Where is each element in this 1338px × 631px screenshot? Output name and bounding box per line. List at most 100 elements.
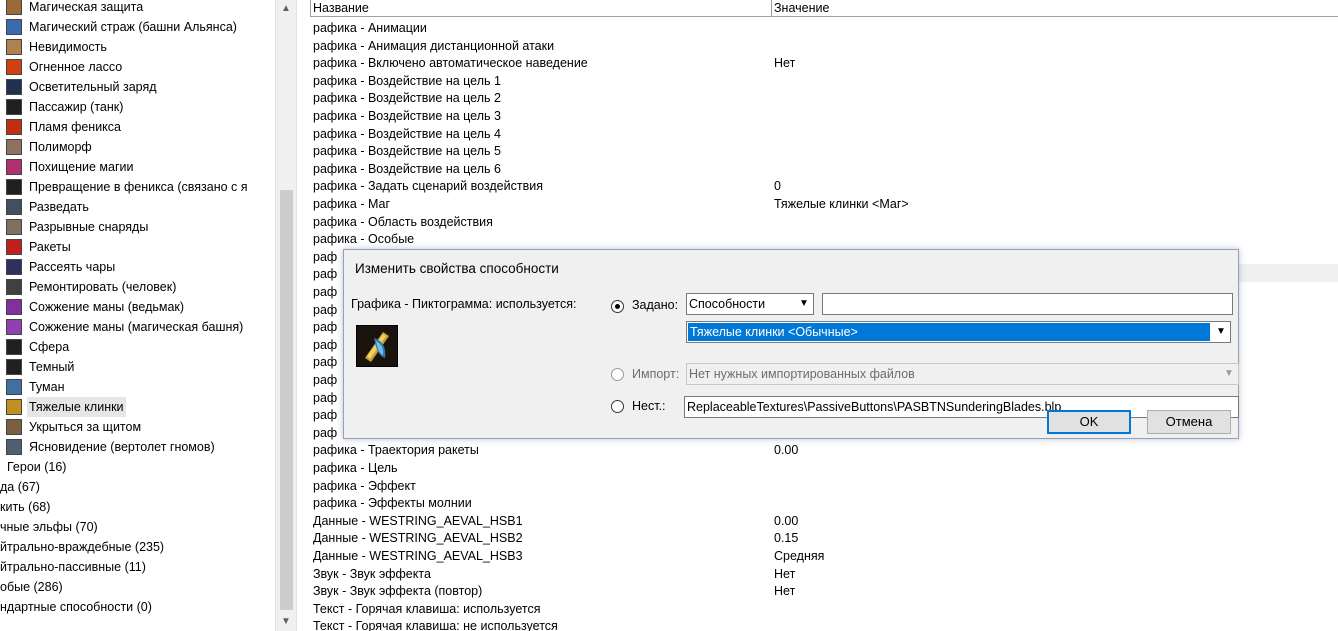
- tree-scrollbar[interactable]: ▲ ▼: [275, 0, 297, 631]
- property-row[interactable]: рафика - Включено автоматическое наведен…: [310, 55, 1338, 73]
- tree-item-label: Тяжелые клинки: [27, 397, 126, 417]
- scroll-down-arrow-icon[interactable]: ▼: [276, 613, 296, 631]
- property-row[interactable]: рафика - Анимации: [310, 20, 1338, 38]
- tree-item-label: Магическая защита: [29, 0, 144, 14]
- property-name: раф: [313, 355, 338, 370]
- dialog-title: Изменить свойства способности: [355, 261, 559, 276]
- property-row[interactable]: рафика - Цель: [310, 460, 1338, 478]
- scroll-thumb[interactable]: [280, 190, 293, 610]
- property-row[interactable]: рафика - Задать сценарий воздействия 0: [310, 178, 1338, 196]
- tree-item-label: Сожжение маны (магическая башня): [29, 320, 244, 334]
- property-value: 0.00: [774, 443, 799, 458]
- ability-icon: [6, 419, 22, 435]
- property-row[interactable]: рафика - Воздействие на цель 4: [310, 126, 1338, 144]
- property-name: Данные - WESTRING_AEVAL_HSB3: [313, 549, 523, 563]
- property-row[interactable]: Данные - WESTRING_AEVAL_HSB2 0.15: [310, 530, 1338, 548]
- property-value: 0.15: [774, 531, 799, 546]
- ability-icon: [6, 199, 22, 215]
- radio-import[interactable]: [611, 368, 624, 381]
- grid-header: Название Значение: [310, 0, 1338, 17]
- ability-icon: [6, 39, 22, 55]
- tree-item-label: Рассеять чары: [29, 260, 116, 274]
- property-row[interactable]: Звук - Звук эффекта (повтор) Нет: [310, 583, 1338, 601]
- property-name: раф: [313, 267, 338, 282]
- property-name: раф: [313, 408, 338, 423]
- column-header-value[interactable]: Значение: [771, 0, 1338, 17]
- tree-item-label: Невидимость: [29, 40, 107, 54]
- radio-custom[interactable]: [611, 400, 624, 413]
- property-name: рафика - Воздействие на цель 2: [313, 91, 501, 106]
- chevron-down-icon[interactable]: ▼: [1212, 322, 1230, 342]
- tree-item-label: Пассажир (танк): [29, 100, 124, 114]
- property-row[interactable]: рафика - Анимация дистанционной атаки: [310, 38, 1338, 56]
- property-value: 0.00: [774, 513, 799, 528]
- tree-item-label: Ясновидение (вертолет гномов): [29, 440, 215, 454]
- chevron-down-icon[interactable]: ▼: [1220, 364, 1238, 384]
- property-name: рафика - Анимация дистанционной атаки: [313, 38, 555, 53]
- tree-item-label: Сожжение маны (ведьмак): [29, 300, 185, 314]
- tree-item-label: Сфера: [29, 340, 70, 354]
- property-value: 0: [774, 179, 781, 194]
- property-row[interactable]: рафика - Особые: [310, 231, 1338, 249]
- property-row[interactable]: рафика - Эффект: [310, 478, 1338, 496]
- property-row[interactable]: Данные - WESTRING_AEVAL_HSB1 0.00: [310, 513, 1338, 531]
- property-row[interactable]: рафика - Воздействие на цель 3: [310, 108, 1338, 126]
- property-name: раф: [313, 302, 338, 317]
- property-name: рафика - Воздействие на цель 3: [313, 109, 501, 123]
- ability-icon: [6, 439, 22, 455]
- column-header-name[interactable]: Название: [310, 0, 771, 17]
- tree-item-label: Осветительный заряд: [29, 80, 157, 94]
- property-row[interactable]: рафика - Маг Тяжелые клинки <Маг>: [310, 196, 1338, 214]
- import-combo[interactable]: Нет нужных импортированных файлов ▼: [686, 363, 1239, 385]
- property-row[interactable]: рафика - Воздействие на цель 1: [310, 73, 1338, 91]
- property-name: рафика - Воздействие на цель 6: [313, 161, 501, 176]
- property-name: рафика - Цель: [313, 461, 398, 475]
- property-name: Текст - Горячая клавиша: не используется: [313, 619, 558, 631]
- tree-category-label: чные эльфы (70): [0, 520, 98, 534]
- property-row[interactable]: Данные - WESTRING_AEVAL_HSB3 Средняя: [310, 548, 1338, 566]
- chevron-down-icon[interactable]: ▼: [795, 294, 813, 314]
- property-row[interactable]: Звук - Звук эффекта Нет: [310, 566, 1338, 584]
- import-combo-value: Нет нужных импортированных файлов: [689, 367, 915, 381]
- ability-select-value: Тяжелые клинки <Обычные>: [688, 323, 1210, 341]
- property-name: рафика - Траектория ракеты: [313, 443, 479, 458]
- scroll-up-arrow-icon[interactable]: ▲: [276, 0, 296, 18]
- ability-icon: [6, 179, 22, 195]
- ability-tree[interactable]: Магическая защита Магический страж (башни…: [0, 0, 275, 631]
- ability-icon: [6, 99, 22, 115]
- category-combo-value: Способности: [689, 297, 766, 311]
- property-row[interactable]: рафика - Воздействие на цель 2: [310, 90, 1338, 108]
- ability-icon: [6, 259, 22, 275]
- property-name: Текст - Горячая клавиша: используется: [313, 601, 541, 616]
- property-row[interactable]: рафика - Воздействие на цель 5: [310, 143, 1338, 161]
- ability-select-combo[interactable]: Тяжелые клинки <Обычные> ▼: [686, 321, 1231, 343]
- category-combo[interactable]: Способности ▼: [686, 293, 814, 315]
- tree-item-label: Разведать: [29, 200, 89, 214]
- ability-icon: [6, 319, 22, 335]
- property-name: рафика - Маг: [313, 197, 391, 211]
- property-name: рафика - Воздействие на цель 4: [313, 126, 501, 141]
- ability-icon: [6, 379, 22, 395]
- property-name: рафика - Анимации: [313, 21, 427, 35]
- tree-item-label: Ракеты: [29, 240, 71, 254]
- property-row[interactable]: Текст - Горячая клавиша: не используется: [310, 618, 1338, 631]
- property-row[interactable]: рафика - Эффекты молнии: [310, 495, 1338, 513]
- filter-input[interactable]: [822, 293, 1233, 315]
- ok-button[interactable]: OK: [1047, 410, 1131, 434]
- property-name: раф: [313, 390, 338, 405]
- row-highlight: [1237, 264, 1338, 282]
- tree-item-label: Полиморф: [29, 140, 92, 154]
- tree-item-label: Превращение в феникса (связано с я: [29, 180, 248, 194]
- radio-set[interactable]: [611, 300, 624, 313]
- property-row[interactable]: рафика - Траектория ракеты 0.00: [310, 442, 1338, 460]
- tree-item-label: Магический страж (башни Альянса): [29, 20, 237, 34]
- property-row[interactable]: Текст - Горячая клавиша: используется: [310, 601, 1338, 619]
- property-row[interactable]: рафика - Область воздействия: [310, 214, 1338, 232]
- property-row[interactable]: рафика - Воздействие на цель 6: [310, 161, 1338, 179]
- property-name: Звук - Звук эффекта (повтор): [313, 584, 483, 599]
- ability-icon: [6, 19, 22, 35]
- cancel-button[interactable]: Отмена: [1147, 410, 1231, 434]
- property-value: Нет: [774, 566, 796, 581]
- ability-icon: [6, 359, 22, 375]
- tree-item-label: Темный: [29, 360, 75, 374]
